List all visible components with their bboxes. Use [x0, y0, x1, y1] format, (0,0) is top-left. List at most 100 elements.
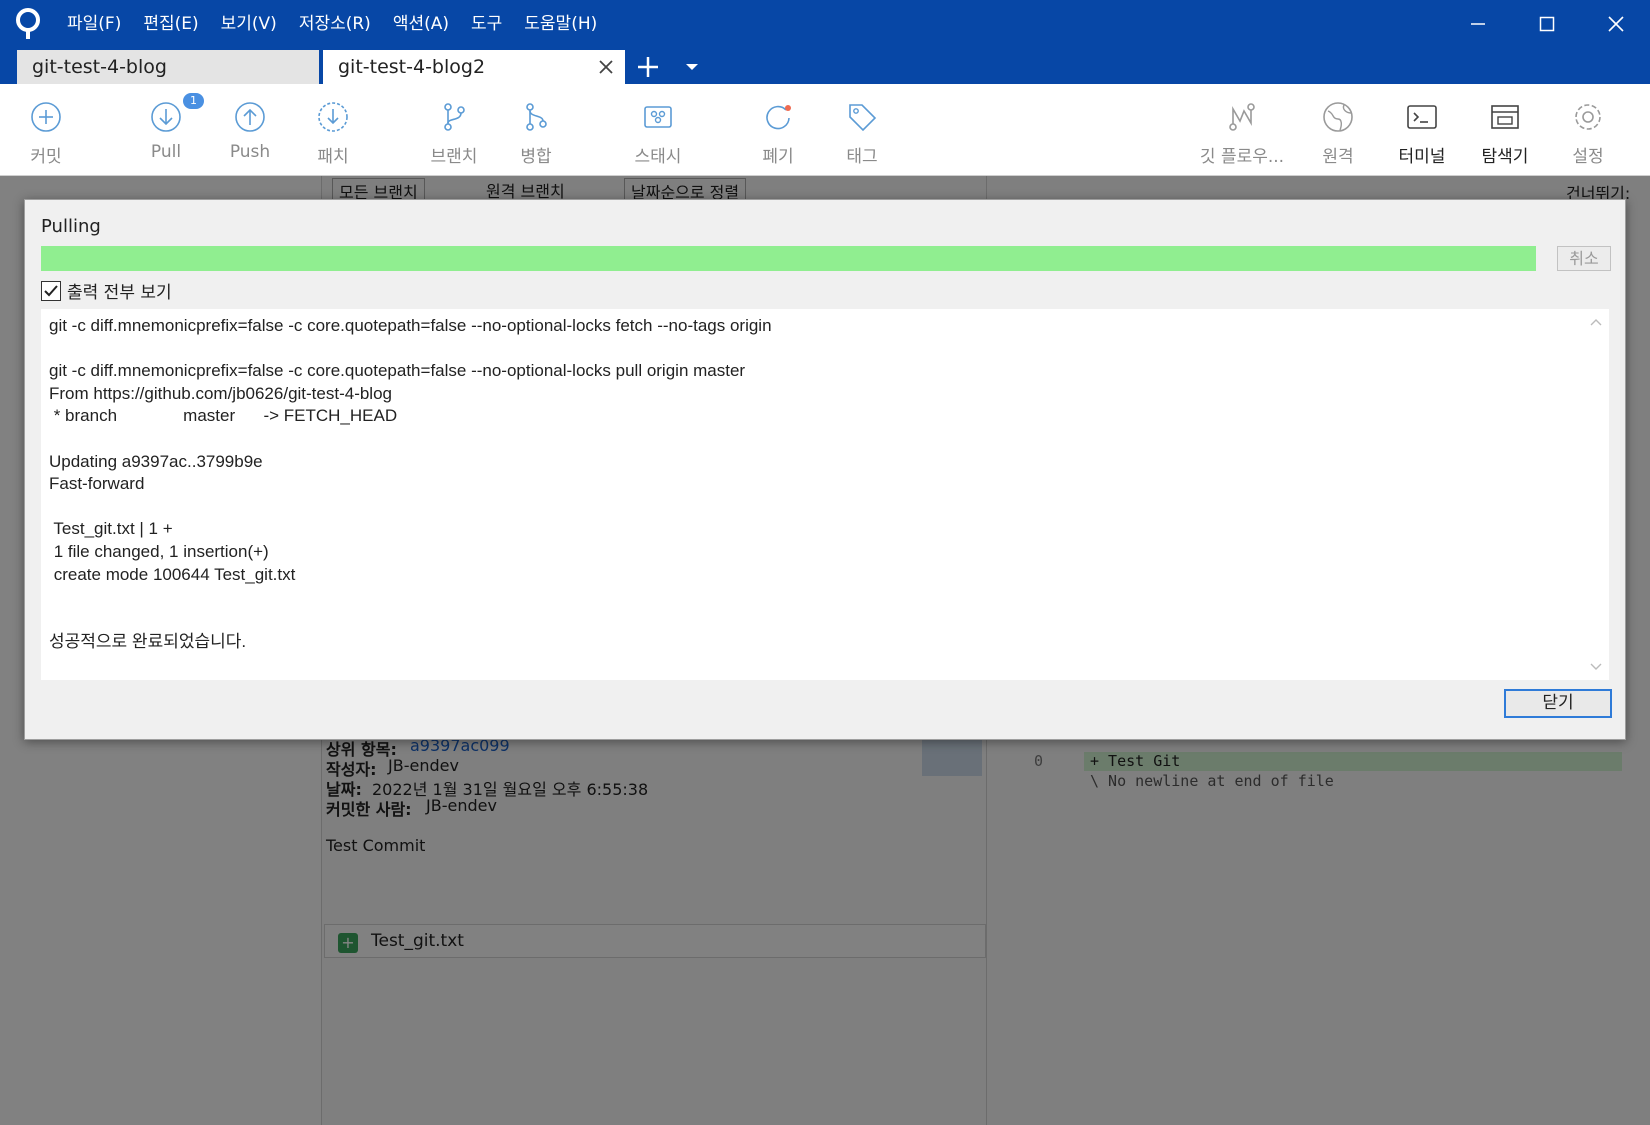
patch-button[interactable]: 패치 — [303, 84, 363, 176]
explorer-label: 탐색기 — [1481, 147, 1529, 167]
menu-bar: 파일(F) 편집(E) 보기(V) 저장소(R) 액션(A) 도구 도움말(H) — [56, 0, 608, 48]
output-line: From https://github.com/jb0626/git-test-… — [49, 383, 392, 403]
chevron-down-icon — [686, 64, 698, 70]
merge-icon — [518, 99, 554, 135]
terminal-button[interactable]: 터미널 — [1390, 84, 1454, 176]
tab-git-test-4-blog2[interactable]: git-test-4-blog2 — [323, 50, 625, 84]
settings-label: 설정 — [1572, 147, 1604, 167]
patch-label: 패치 — [317, 147, 349, 167]
gear-icon — [1570, 99, 1606, 135]
tab-close-button[interactable] — [595, 50, 617, 84]
discard-button[interactable]: 폐기 — [748, 84, 808, 176]
menu-repository[interactable]: 저장소(R) — [288, 0, 382, 48]
pull-button[interactable]: 1 Pull — [136, 84, 204, 176]
merge-button[interactable]: 병합 — [506, 84, 566, 176]
dialog-title: Pulling — [41, 216, 101, 237]
output-line: create mode 100644 Test_git.txt — [49, 564, 296, 584]
output-line: Fast-forward — [49, 474, 145, 494]
tag-button[interactable]: 태그 — [832, 84, 892, 176]
output-line: 성공적으로 완료되었습니다. — [49, 632, 247, 652]
git-flow-label: 깃 플로우... — [1199, 147, 1285, 167]
remote-label: 원격 — [1322, 147, 1354, 167]
push-icon — [232, 99, 268, 135]
output-line: git -c diff.mnemonicprefix=false -c core… — [49, 361, 746, 381]
folder-icon — [1487, 99, 1523, 135]
tag-label: 태그 — [846, 147, 878, 167]
menu-help[interactable]: 도움말(H) — [513, 0, 608, 48]
maximize-button[interactable] — [1512, 0, 1581, 48]
branch-button[interactable]: 브랜치 — [418, 84, 490, 176]
explorer-button[interactable]: 탐색기 — [1470, 84, 1540, 176]
git-flow-button[interactable]: 깃 플로우... — [1190, 84, 1294, 176]
discard-label: 폐기 — [762, 147, 794, 167]
globe-icon — [1320, 99, 1356, 135]
menu-actions[interactable]: 액션(A) — [382, 0, 460, 48]
tab-label: git-test-4-blog — [32, 56, 167, 78]
commit-button[interactable]: 커밋 — [18, 84, 74, 176]
merge-label: 병합 — [520, 147, 552, 167]
patch-icon — [315, 99, 351, 135]
output-log[interactable]: git -c diff.mnemonicprefix=false -c core… — [41, 309, 1609, 680]
branch-label: 브랜치 — [430, 147, 478, 167]
scroll-up-button[interactable] — [1589, 315, 1603, 329]
pulling-dialog: Pulling 취소 출력 전부 보기 git -c diff.mnemonic… — [24, 199, 1626, 740]
output-line: * branch master -> FETCH_HEAD — [49, 406, 398, 426]
close-icon — [599, 60, 613, 74]
tag-icon — [844, 99, 880, 135]
git-flow-icon — [1224, 99, 1260, 135]
minimize-button[interactable] — [1443, 0, 1512, 48]
window-controls — [1443, 0, 1650, 48]
progress-fill — [41, 246, 1536, 271]
show-output-checkbox[interactable] — [41, 280, 61, 301]
chevron-down-icon — [1590, 663, 1602, 670]
menu-file[interactable]: 파일(F) — [56, 0, 132, 48]
maximize-icon — [1539, 16, 1554, 32]
menu-view[interactable]: 보기(V) — [210, 0, 288, 48]
tab-list-dropdown[interactable] — [680, 50, 704, 84]
show-full-output-option[interactable]: 출력 전부 보기 — [41, 278, 172, 303]
tab-bar: git-test-4-blog git-test-4-blog2 — [0, 48, 1650, 84]
commit-icon — [28, 99, 64, 135]
branch-icon — [436, 99, 472, 135]
cancel-button[interactable]: 취소 — [1557, 246, 1611, 271]
pull-label: Pull — [150, 142, 182, 162]
scroll-down-button[interactable] — [1589, 660, 1603, 674]
menu-edit[interactable]: 편집(E) — [132, 0, 209, 48]
tab-git-test-4-blog[interactable]: git-test-4-blog — [17, 50, 319, 84]
output-line: Updating a9397ac..3799b9e — [49, 451, 263, 471]
terminal-label: 터미널 — [1398, 147, 1446, 167]
stash-icon — [640, 99, 676, 135]
output-line: git -c diff.mnemonicprefix=false -c core… — [49, 316, 772, 335]
toolbar: 커밋 1 Pull Push 패치 브랜치 병합 스태시 폐기 태그 깃 플로우… — [0, 84, 1650, 176]
stash-label: 스태시 — [634, 147, 682, 167]
tab-label: git-test-4-blog2 — [338, 56, 486, 78]
close-button[interactable]: 닫기 — [1504, 689, 1612, 718]
close-window-button[interactable] — [1581, 0, 1650, 48]
progress-bar — [41, 246, 1536, 271]
commit-label: 커밋 — [30, 147, 62, 167]
title-bar: 파일(F) 편집(E) 보기(V) 저장소(R) 액션(A) 도구 도움말(H) — [0, 0, 1650, 48]
sourcetree-logo-icon — [0, 0, 56, 48]
close-icon — [1607, 16, 1624, 32]
settings-button[interactable]: 설정 — [1558, 84, 1618, 176]
terminal-icon — [1404, 99, 1440, 135]
output-line: 1 file changed, 1 insertion(+) — [49, 541, 269, 561]
remote-button[interactable]: 원격 — [1308, 84, 1368, 176]
push-button[interactable]: Push — [220, 84, 280, 176]
show-output-label: 출력 전부 보기 — [67, 283, 172, 303]
discard-icon — [760, 99, 796, 135]
menu-tools[interactable]: 도구 — [460, 0, 513, 48]
chevron-up-icon — [1590, 319, 1602, 326]
pull-count-badge: 1 — [183, 93, 204, 109]
checkmark-icon — [44, 284, 58, 296]
minimize-icon — [1470, 23, 1485, 25]
output-line: Test_git.txt | 1 + — [49, 519, 173, 539]
stash-button[interactable]: 스태시 — [622, 84, 694, 176]
pull-icon: 1 — [148, 93, 204, 135]
new-tab-button[interactable] — [632, 50, 664, 84]
plus-icon — [638, 57, 658, 77]
